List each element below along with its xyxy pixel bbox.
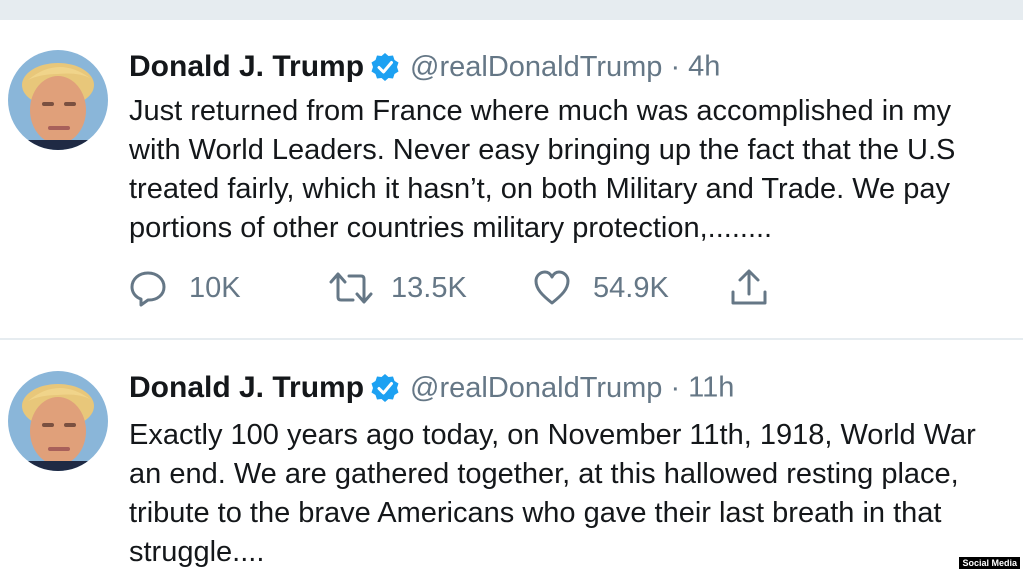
top-separator-bar <box>0 0 1023 20</box>
timestamp[interactable]: 4h <box>688 51 720 83</box>
author-name[interactable]: Donald J. Trump <box>129 371 364 404</box>
share-icon <box>731 269 767 305</box>
author-handle[interactable]: @realDonaldTrump <box>410 372 662 404</box>
share-button[interactable] <box>729 268 769 308</box>
verified-badge-icon <box>370 52 400 82</box>
tweet-text-line: Exactly 100 years ago today, on November… <box>129 419 976 451</box>
tweet-text-line: struggle.... <box>129 536 265 568</box>
avatar-image <box>8 371 108 471</box>
header-separator: · <box>670 50 681 83</box>
tweet-header: Donald J. Trump @realDonaldTrump · 4h <box>129 50 720 84</box>
reply-button[interactable]: 10K <box>129 268 241 308</box>
author-name[interactable]: Donald J. Trump <box>129 50 364 83</box>
watermark: Social Media <box>959 557 1020 569</box>
retweet-count: 13.5K <box>391 271 467 304</box>
avatar[interactable] <box>8 371 108 471</box>
tweet-text: Just returned from France where much was… <box>129 92 1023 248</box>
tweet-header: Donald J. Trump @realDonaldTrump · 11h <box>129 371 734 405</box>
tweet-text-line: an end. We are gathered together, at thi… <box>129 458 959 490</box>
author-handle[interactable]: @realDonaldTrump <box>410 51 662 83</box>
tweet-divider <box>0 338 1023 340</box>
retweet-button[interactable]: 13.5K <box>329 268 467 308</box>
tweet-text-line: tribute to the brave Americans who gave … <box>129 497 942 529</box>
tweet-text-line: treated fairly, which it hasn’t, on both… <box>129 173 950 205</box>
timestamp[interactable]: 11h <box>688 372 734 404</box>
reply-icon <box>130 271 166 307</box>
like-button[interactable]: 54.9K <box>533 268 669 308</box>
avatar-image <box>8 50 108 150</box>
tweet-text-line: portions of other countries military pro… <box>129 212 773 244</box>
like-count: 54.9K <box>593 271 669 304</box>
retweet-icon <box>329 272 373 304</box>
tweet-text: Exactly 100 years ago today, on November… <box>129 416 1023 572</box>
tweet-text-line: Just returned from France where much was… <box>129 95 951 127</box>
header-separator: · <box>670 371 681 404</box>
verified-badge-icon <box>370 373 400 403</box>
tweet-text-line: with World Leaders. Never easy bringing … <box>129 134 956 166</box>
like-icon <box>534 270 570 305</box>
reply-count: 10K <box>189 271 241 304</box>
avatar[interactable] <box>8 50 108 150</box>
